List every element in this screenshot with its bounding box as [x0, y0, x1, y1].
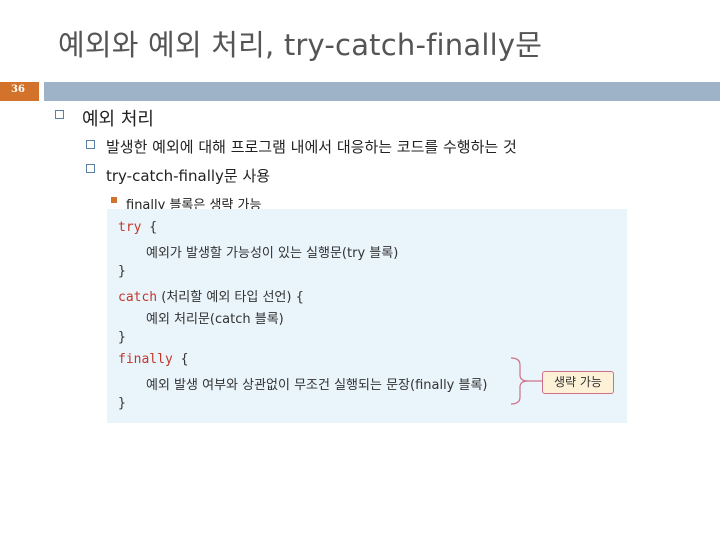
bullet-level1: 예외 처리	[82, 109, 154, 130]
finally-keyword: finally	[118, 352, 173, 367]
bullet-level2-usage: try-catch-finally문 사용	[106, 167, 271, 185]
open-brace: {	[141, 220, 158, 235]
slide-title: 예외와 예외 처리, try-catch-finally문	[58, 28, 543, 62]
code-line-finally-body: 예외 발생 여부와 상관없이 무조건 실행되는 문장(finally 블록)	[146, 378, 488, 393]
optional-callout: 생략 가능	[542, 371, 614, 394]
code-line-finally: finally {	[118, 352, 188, 367]
open-brace: {	[172, 352, 189, 367]
code-line-close-brace: }	[118, 396, 126, 411]
bullet-level2-definition: 발생한 예외에 대해 프로그램 내에서 대응하는 코드를 수행하는 것	[106, 138, 517, 156]
bullet-square-icon	[111, 197, 117, 203]
code-line-try-body: 예외가 발생할 가능성이 있는 실행문(try 블록)	[146, 246, 399, 261]
code-line-catch: catch (처리할 예외 타입 선언) {	[118, 286, 304, 305]
bullet-box-icon	[86, 164, 95, 173]
bullet-box-icon	[55, 110, 64, 119]
code-line-close-brace: }	[118, 264, 126, 279]
bullet-box-icon	[86, 140, 95, 149]
code-line-catch-body: 예외 처리문(catch 블록)	[146, 312, 284, 327]
slide-number: 36	[11, 84, 25, 95]
catch-keyword: catch	[118, 290, 158, 305]
catch-args: (처리할 예외 타입 선언) {	[157, 290, 304, 305]
code-line-close-brace: }	[118, 330, 126, 345]
code-line-try: try {	[118, 220, 157, 235]
try-keyword: try	[118, 220, 142, 235]
curly-brace-icon	[510, 357, 542, 405]
header-band	[44, 82, 720, 101]
